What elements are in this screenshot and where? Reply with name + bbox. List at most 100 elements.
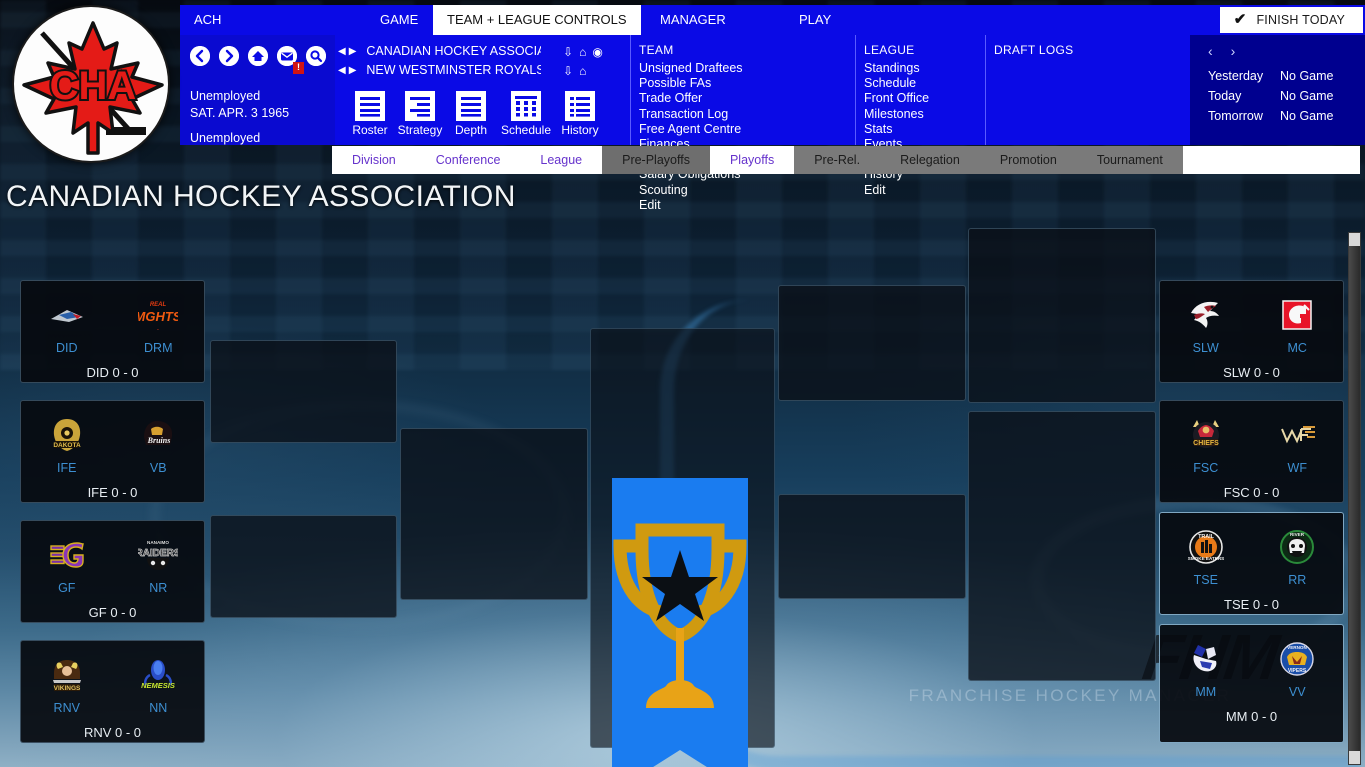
chevron-left-icon[interactable]: ‹: [1208, 43, 1213, 59]
match-card[interactable]: MM VERNON VIPERS VV MM 0 - 0: [1159, 624, 1344, 743]
match-team-home[interactable]: GF: [31, 535, 103, 595]
tab-league[interactable]: League: [520, 146, 603, 174]
match-card[interactable]: CHIEFS FSC WF FSC 0 - 0: [1159, 400, 1344, 503]
match-teams: TRAIL SMOKE EATERS TSE RIVER RR: [1160, 513, 1343, 587]
link-team-edit[interactable]: Edit: [639, 198, 739, 213]
prev-next-arrows-icon[interactable]: ◀▶: [338, 46, 359, 57]
match-team-home[interactable]: SLW: [1170, 295, 1242, 355]
match-card-empty[interactable]: [400, 428, 588, 600]
match-team-away[interactable]: NEMESIS NN: [122, 655, 194, 715]
quick-button-depth[interactable]: Depth: [443, 91, 499, 137]
match-team-home[interactable]: VIKINGS RNV: [31, 655, 103, 715]
tab-division[interactable]: Division: [332, 146, 416, 174]
match-series-score: MM 0 - 0: [1225, 709, 1278, 724]
vertical-scrollbar[interactable]: [1348, 232, 1361, 765]
home-icon[interactable]: ⌂: [579, 45, 586, 59]
link-trade-offer[interactable]: Trade Offer: [639, 91, 757, 106]
menu-tab-manager[interactable]: MANAGER: [646, 5, 740, 35]
match-team-away[interactable]: WF: [1261, 415, 1333, 475]
scroll-down-arrow-icon[interactable]: [1349, 751, 1360, 764]
quick-button-history[interactable]: History: [552, 91, 608, 137]
tse-logo: TRAIL SMOKE EATERS: [1186, 527, 1226, 567]
chevron-right-icon[interactable]: ›: [1231, 43, 1236, 59]
match-card-empty[interactable]: [210, 515, 397, 618]
tab-tournament[interactable]: Tournament: [1076, 146, 1183, 174]
home-icon[interactable]: [248, 46, 268, 66]
quick-button-strategy[interactable]: Strategy: [392, 91, 448, 137]
team-abbr: NN: [149, 701, 168, 715]
match-card[interactable]: VIKINGS RNV NEMESIS NN RNV 0 - 0: [20, 640, 205, 743]
quick-button-schedule[interactable]: Schedule: [498, 91, 554, 137]
match-team-home[interactable]: DID: [31, 295, 103, 355]
prev-next-arrows-icon[interactable]: ◀▶: [338, 65, 359, 76]
match-card-empty[interactable]: [778, 494, 966, 599]
sub-tabs-filler: [1182, 146, 1360, 174]
home-icon[interactable]: ⌂: [579, 64, 586, 78]
link-stats[interactable]: Stats: [864, 122, 928, 137]
league-links-section: LEAGUE Standings Schedule Front Office M…: [855, 35, 985, 197]
match-card-empty[interactable]: [210, 340, 397, 443]
link-milestones[interactable]: Milestones: [864, 107, 928, 122]
mail-icon[interactable]: !: [277, 46, 304, 74]
link-schedule[interactable]: Schedule: [864, 76, 928, 91]
match-team-away[interactable]: REALMGHTS. DRM: [122, 295, 194, 355]
mc-logo: [1277, 295, 1317, 335]
finish-today-button[interactable]: ✔ FINISH TODAY: [1219, 7, 1363, 33]
link-free-agent-centre[interactable]: Free Agent Centre: [639, 122, 757, 137]
link-unsigned-draftees[interactable]: Unsigned Draftees: [639, 61, 757, 76]
tab-playoffs[interactable]: Playoffs: [709, 146, 795, 174]
selector-row-league[interactable]: ◀▶ CANADIAN HOCKEY ASSOCIATI: [338, 44, 541, 58]
svg-text:DAKOTA: DAKOTA: [53, 442, 81, 449]
globe-icon[interactable]: ◉: [592, 45, 602, 59]
scroll-up-arrow-icon[interactable]: [1349, 233, 1360, 246]
quick-button-label: Roster: [352, 123, 388, 137]
quick-button-roster[interactable]: Roster: [342, 91, 398, 137]
match-team-home[interactable]: CHIEFS FSC: [1170, 415, 1242, 475]
scrollbar-thumb[interactable]: [1349, 246, 1360, 751]
match-card-empty[interactable]: [968, 411, 1156, 681]
status-role: Unemployed: [190, 131, 261, 145]
svg-text:SMOKE EATERS: SMOKE EATERS: [1188, 556, 1224, 561]
match-card-empty[interactable]: [968, 228, 1156, 403]
match-card[interactable]: SLW MC SLW 0 - 0: [1159, 280, 1344, 383]
team-abbr: MC: [1287, 341, 1307, 355]
match-card[interactable]: GF NANAIMO RAIDERS NR GF 0 - 0: [20, 520, 205, 623]
menu-tab-play[interactable]: PLAY: [785, 5, 845, 35]
match-card[interactable]: DID REALMGHTS. DRM DID 0 - 0: [20, 280, 205, 383]
match-team-away[interactable]: RIVER RR: [1261, 527, 1333, 587]
chevrons-down-icon[interactable]: ⇩: [563, 64, 573, 78]
search-icon[interactable]: [306, 46, 326, 66]
selector-row-team[interactable]: ◀▶ NEW WESTMINSTER ROYALS: [338, 63, 541, 77]
tab-pre-playoffs[interactable]: Pre-Playoffs: [602, 146, 710, 174]
game-row-today: Today No Game: [1208, 86, 1365, 106]
menu-tab-game[interactable]: GAME: [366, 5, 432, 35]
tab-relegation[interactable]: Relegation: [880, 146, 980, 174]
selector-team-name: NEW WESTMINSTER ROYALS: [366, 63, 542, 77]
menu-tab-team-league-controls[interactable]: TEAM + LEAGUE CONTROLS: [433, 5, 641, 35]
tab-conference[interactable]: Conference: [415, 146, 521, 174]
back-arrow-icon[interactable]: [190, 46, 210, 66]
match-card[interactable]: TRAIL SMOKE EATERS TSE RIVER RR TSE 0 - 0: [1159, 512, 1344, 615]
match-team-away[interactable]: Bruins VB: [122, 415, 194, 475]
chevrons-down-icon[interactable]: ⇩: [563, 45, 573, 59]
link-possible-fas[interactable]: Possible FAs: [639, 76, 757, 91]
match-team-home[interactable]: DAKOTA IFE: [31, 415, 103, 475]
match-team-away[interactable]: VERNON VIPERS VV: [1261, 639, 1333, 699]
link-front-office[interactable]: Front Office: [864, 91, 929, 106]
match-card-empty[interactable]: [778, 285, 966, 401]
link-standings[interactable]: Standings: [864, 61, 928, 76]
match-card[interactable]: DAKOTA IFE Bruins VB IFE 0 - 0: [20, 400, 205, 503]
match-team-away[interactable]: NANAIMO RAIDERS NR: [122, 535, 194, 595]
slw-logo: [1186, 295, 1226, 335]
link-scouting[interactable]: Scouting: [639, 183, 739, 198]
link-league-edit[interactable]: Edit: [864, 183, 919, 198]
tab-pre-rel[interactable]: Pre-Rel.: [794, 146, 881, 174]
match-team-home[interactable]: TRAIL SMOKE EATERS TSE: [1170, 527, 1242, 587]
link-transaction-log[interactable]: Transaction Log: [639, 107, 757, 122]
game-day-label: Today: [1208, 89, 1242, 103]
match-team-home[interactable]: MM: [1170, 639, 1242, 699]
menu-tab-ach[interactable]: ACH: [180, 5, 235, 35]
tab-promotion[interactable]: Promotion: [979, 146, 1077, 174]
forward-arrow-icon[interactable]: [219, 46, 239, 66]
match-team-away[interactable]: MC: [1261, 295, 1333, 355]
